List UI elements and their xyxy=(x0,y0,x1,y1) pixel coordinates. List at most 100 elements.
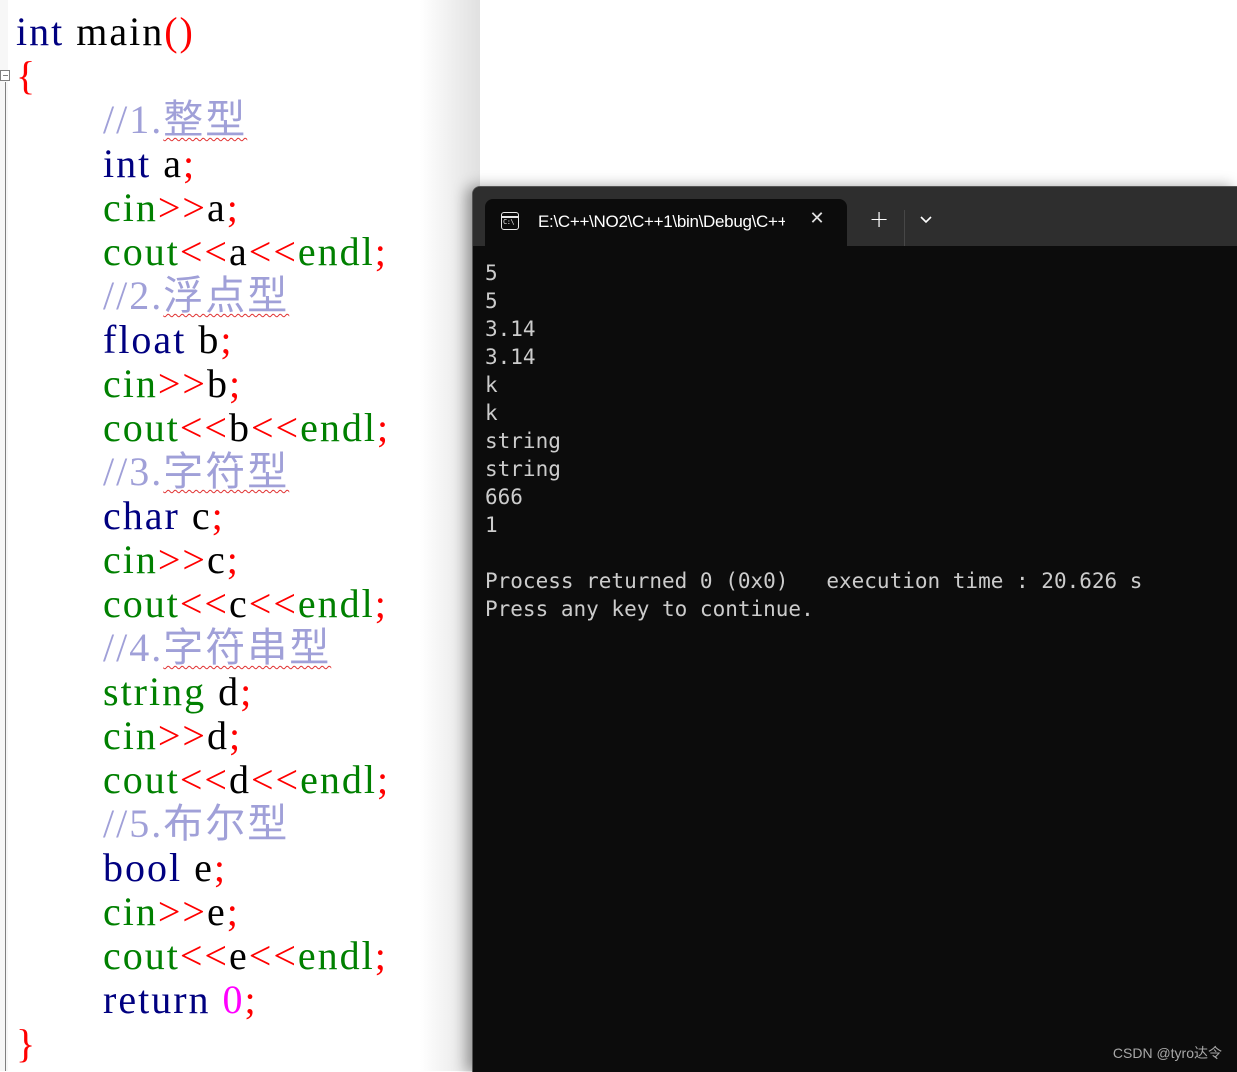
console-line: Process returned 0 (0x0) execution time … xyxy=(485,569,1143,593)
code-token: << xyxy=(248,229,298,274)
code-line: cin>>e; xyxy=(16,890,390,934)
code-token: >> xyxy=(157,713,207,758)
code-line: //3.字符型 xyxy=(16,450,390,494)
code-token: cin xyxy=(103,361,158,406)
code-token: << xyxy=(179,581,229,626)
code-token: d xyxy=(206,669,241,714)
tab-separator xyxy=(904,210,905,246)
code-token: return xyxy=(103,977,211,1022)
console-icon: C:\ xyxy=(501,212,519,230)
code-token: c xyxy=(207,537,227,582)
code-token: << xyxy=(179,933,229,978)
console-output[interactable]: 5 5 3.14 3.14 k k string string 666 1 Process retu… xyxy=(485,259,1142,623)
console-line: 1 xyxy=(485,513,498,537)
terminal-tab[interactable]: C:\ E:\C++\NO2\C++1\bin\Debug\C++1.exe ✕ xyxy=(485,199,847,246)
code-token: 字符串型 xyxy=(163,625,332,670)
code-line: //5.布尔型 xyxy=(16,802,390,846)
code-token: float xyxy=(103,317,187,362)
code-token: ; xyxy=(374,933,388,978)
code-line: cin>>d; xyxy=(16,714,390,758)
code-token: () xyxy=(164,9,195,54)
code-token: c xyxy=(229,581,249,626)
console-line: string xyxy=(485,429,561,453)
code-token: 整型 xyxy=(163,97,248,142)
code-line: cin>>b; xyxy=(16,362,390,406)
code-text-area[interactable]: int main(){//1.整型 int a; cin>>a; cout<<a<<e… xyxy=(16,10,390,1066)
code-token: e xyxy=(182,845,214,890)
code-line: cout<<c<<endl; xyxy=(16,582,390,626)
terminal-window[interactable]: C:\ E:\C++\NO2\C++1\bin\Debug\C++1.exe ✕… xyxy=(472,186,1237,1072)
console-line: k xyxy=(485,401,498,425)
console-icon-label: C:\ xyxy=(503,218,515,226)
console-line: Press any key to continue. xyxy=(485,597,814,621)
code-token: //5. xyxy=(103,801,164,846)
code-token: a xyxy=(229,229,249,274)
code-token: ; xyxy=(374,229,388,274)
code-line: float b; xyxy=(16,318,390,362)
code-token: endl xyxy=(300,405,377,450)
console-line: 5 xyxy=(485,289,498,313)
code-token: ; xyxy=(220,317,234,362)
code-line: string d; xyxy=(16,670,390,714)
new-tab-button[interactable]: + xyxy=(867,207,891,231)
code-token: b xyxy=(229,405,251,450)
code-token: ; xyxy=(226,185,240,230)
code-line: cin>>c; xyxy=(16,538,390,582)
code-token: << xyxy=(179,229,229,274)
code-token: char xyxy=(103,493,180,538)
code-token: >> xyxy=(157,889,207,934)
code-line: } xyxy=(16,1022,390,1066)
code-token: >> xyxy=(157,361,207,406)
code-line: cin>>a; xyxy=(16,186,390,230)
code-token: cout xyxy=(103,933,180,978)
code-token: ; xyxy=(377,405,391,450)
code-token: << xyxy=(248,933,298,978)
console-line: string xyxy=(485,457,561,481)
code-token: endl xyxy=(297,581,375,626)
fold-guide-line xyxy=(5,82,6,1071)
code-token: a xyxy=(207,185,227,230)
code-token: ; xyxy=(213,845,228,890)
code-line: cout<<a<<endl; xyxy=(16,230,390,274)
code-token: //4. xyxy=(103,625,164,670)
console-line: 3.14 xyxy=(485,317,536,341)
code-token: d xyxy=(229,757,251,802)
code-token: e xyxy=(207,889,227,934)
code-token: //2. xyxy=(103,273,164,318)
code-token: ; xyxy=(226,537,240,582)
code-line: int main() xyxy=(16,10,390,54)
code-token: ; xyxy=(244,977,258,1022)
code-line: int a; xyxy=(16,142,390,186)
code-token: endl xyxy=(297,933,375,978)
code-line: //2.浮点型 xyxy=(16,274,390,318)
code-line: //4.字符串型 xyxy=(16,626,390,670)
code-token: ; xyxy=(229,713,243,758)
fold-toggle-icon[interactable] xyxy=(0,70,10,81)
code-token: cin xyxy=(103,185,158,230)
code-token: bool xyxy=(103,845,183,890)
console-line: 666 xyxy=(485,485,523,509)
chevron-down-icon[interactable] xyxy=(916,209,936,229)
code-token: endl xyxy=(297,229,375,274)
console-line: 3.14 xyxy=(485,345,536,369)
terminal-tab-bar: C:\ E:\C++\NO2\C++1\bin\Debug\C++1.exe ✕… xyxy=(473,187,1237,246)
code-token: b xyxy=(186,317,221,362)
console-line: 5 xyxy=(485,261,498,285)
watermark: CSDN @tyro达令 xyxy=(1112,1045,1222,1061)
code-token: >> xyxy=(157,537,207,582)
code-line: cout<<d<<endl; xyxy=(16,758,390,802)
code-token: << xyxy=(251,405,301,450)
code-token: ; xyxy=(377,757,391,802)
code-token: ; xyxy=(211,493,225,538)
code-token: } xyxy=(16,1021,38,1066)
code-token: 字符型 xyxy=(163,449,290,494)
code-token: b xyxy=(207,361,229,406)
code-token: ; xyxy=(229,361,243,406)
code-line: { xyxy=(16,54,390,98)
close-tab-icon[interactable]: ✕ xyxy=(805,207,829,231)
code-token: int xyxy=(16,9,65,54)
code-token: cout xyxy=(103,229,180,274)
